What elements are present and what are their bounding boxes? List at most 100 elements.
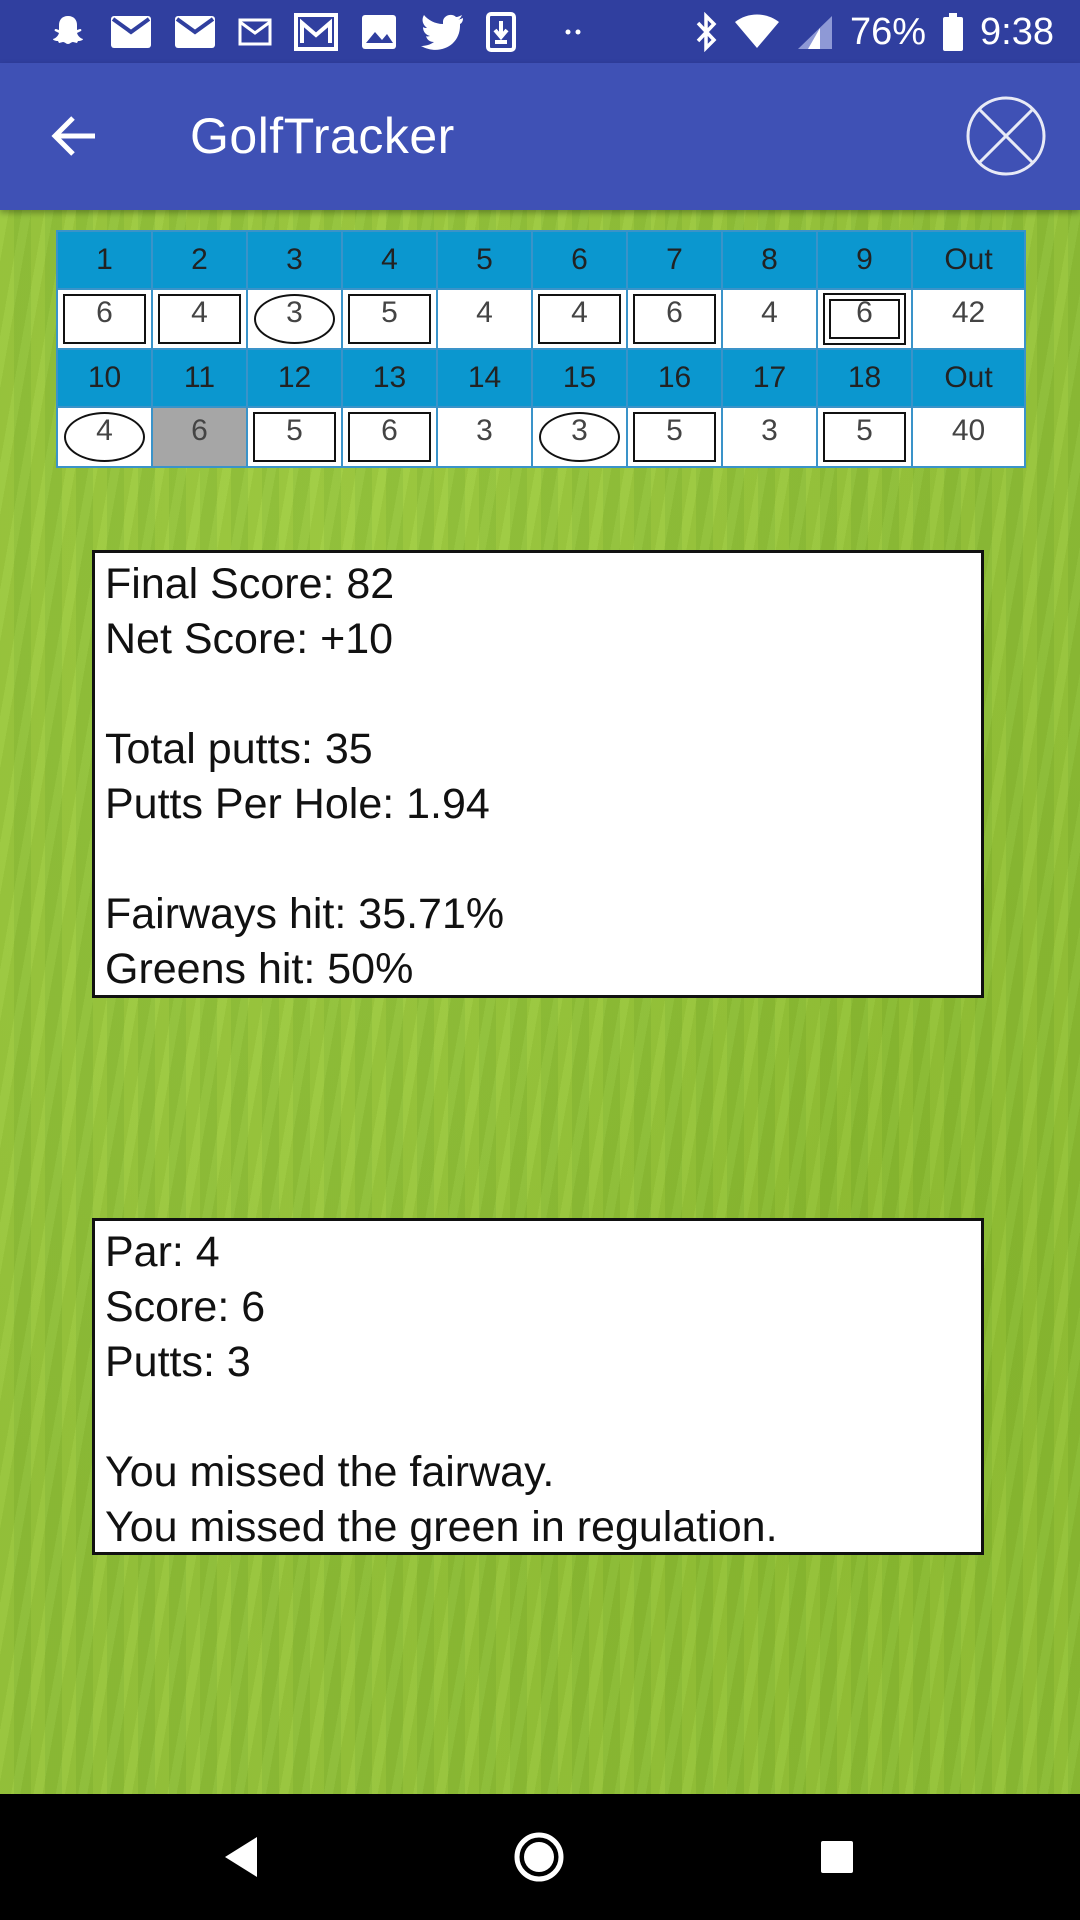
hole-score-cell[interactable]: 5 (816, 406, 913, 468)
gmail-icon (294, 13, 338, 51)
hole-number[interactable]: 5 (436, 230, 533, 290)
hole-score: 6 (191, 414, 208, 447)
hole-number[interactable]: 13 (341, 348, 438, 408)
back-score-row: 4 6 5 6 3 3 5 3 5 40 (56, 406, 1026, 468)
hole-number[interactable]: 9 (816, 230, 913, 290)
hole-putts: Putts: 3 (105, 1338, 251, 1386)
snapchat-icon (53, 16, 83, 44)
close-circle-icon (966, 96, 1046, 176)
hole-number[interactable]: 1 (56, 230, 153, 290)
hole-score: 6 (856, 296, 873, 329)
signal-icon (797, 16, 832, 49)
hole-number[interactable]: 7 (626, 230, 723, 290)
app-title: GolfTracker (190, 108, 455, 164)
hole-number[interactable]: 12 (246, 348, 343, 408)
hole-score-cell[interactable]: 6 (341, 406, 438, 468)
hole-score-cell[interactable]: 3 (246, 288, 343, 350)
round-summary-panel: Final Score: 82 Net Score: +10 Total put… (92, 550, 984, 998)
bluetooth-icon (696, 12, 717, 52)
hole-score-cell[interactable]: 6 (626, 288, 723, 350)
hole-score: 4 (571, 296, 588, 329)
final-score: Final Score: 82 (105, 560, 395, 608)
hole-number[interactable]: 17 (721, 348, 818, 408)
hole-number[interactable]: 4 (341, 230, 438, 290)
hole-score: 3 (571, 414, 588, 447)
hole-number[interactable]: 10 (56, 348, 153, 408)
battery-percent: 76% (849, 10, 927, 53)
hole-score-cell[interactable]: 6 (816, 288, 913, 350)
hole-score: 4 (96, 414, 113, 447)
system-status: 76% 9:38 (694, 8, 1054, 56)
hole-score-cell[interactable]: 4 (151, 288, 248, 350)
hole-score: 4 (476, 296, 493, 329)
net-score: Net Score: +10 (105, 615, 394, 663)
hole-score: 4 (761, 296, 778, 329)
nav-recents-button[interactable] (804, 1824, 870, 1890)
hole-number[interactable]: 6 (531, 230, 628, 290)
hole-number[interactable]: 15 (531, 348, 628, 408)
back-hole-row: 10 11 12 13 14 15 16 17 18 Out (56, 348, 1026, 408)
hole-number[interactable]: 11 (151, 348, 248, 408)
hole-number[interactable]: 8 (721, 230, 818, 290)
email-outline-icon (238, 18, 272, 46)
putts-per-hole: Putts Per Hole: 1.94 (105, 780, 490, 828)
hole-number[interactable]: 14 (436, 348, 533, 408)
hole-score: 5 (381, 296, 398, 329)
hole-score-cell[interactable]: 5 (626, 406, 723, 468)
clock: 9:38 (980, 10, 1054, 53)
hole-score-cell[interactable]: 3 (531, 406, 628, 468)
grass-background: 1 2 3 4 5 6 7 8 9 Out 6 4 3 5 4 4 6 4 6 (0, 210, 1080, 1794)
nav-home-icon (514, 1832, 564, 1882)
image-icon (362, 15, 396, 49)
hole-score: 6 (666, 296, 683, 329)
out-total: 42 (911, 288, 1026, 350)
hole-score-cell[interactable]: 5 (246, 406, 343, 468)
nav-home-button[interactable] (506, 1824, 572, 1890)
nav-recents-icon (821, 1841, 853, 1873)
notification-icons (48, 8, 584, 56)
hole-score: 6 (96, 296, 113, 329)
nav-back-button[interactable] (208, 1824, 274, 1890)
out-header: Out (911, 348, 1026, 408)
hole-number[interactable]: 3 (246, 230, 343, 290)
hole-par: Par: 4 (105, 1228, 220, 1276)
hole-score-cell[interactable]: 4 (721, 288, 818, 350)
hole-score: 6 (381, 414, 398, 447)
hole-number[interactable]: 16 (626, 348, 723, 408)
front-hole-row: 1 2 3 4 5 6 7 8 9 Out (56, 230, 1026, 290)
hole-score-cell[interactable]: 3 (436, 406, 533, 468)
front-score-row: 6 4 3 5 4 4 6 4 6 42 (56, 288, 1026, 350)
out-total-value: 40 (951, 414, 986, 447)
email-icon (111, 16, 151, 48)
email-icon (175, 16, 215, 48)
fairway-message: You missed the fairway. (105, 1448, 555, 1496)
green-message: You missed the green in regulation. (105, 1503, 778, 1551)
hole-score-cell-selected[interactable]: 6 (151, 406, 248, 468)
out-header: Out (911, 230, 1026, 290)
greens-hit: Greens hit: 50% (105, 945, 414, 993)
more-dots-icon (565, 29, 581, 35)
twitter-icon (421, 14, 463, 50)
status-bar: 76% 9:38 (0, 0, 1080, 63)
hole-score: 5 (856, 414, 873, 447)
wifi-icon (734, 14, 779, 48)
hole-number[interactable]: 2 (151, 230, 248, 290)
hole-score-cell[interactable]: 4 (56, 406, 153, 468)
hole-score: 3 (286, 296, 303, 329)
battery-icon (943, 13, 964, 51)
hole-score-cell[interactable]: 3 (721, 406, 818, 468)
back-button[interactable] (40, 103, 106, 169)
hole-score-cell[interactable]: 4 (436, 288, 533, 350)
hole-number[interactable]: 18 (816, 348, 913, 408)
app-bar: GolfTracker (0, 63, 1080, 210)
hole-score-cell[interactable]: 4 (531, 288, 628, 350)
download-icon (486, 12, 516, 52)
arrow-back-icon (51, 116, 95, 156)
hole-score: 5 (286, 414, 303, 447)
close-button[interactable] (964, 94, 1048, 178)
hole-score-cell[interactable]: 6 (56, 288, 153, 350)
hole-score-cell[interactable]: 5 (341, 288, 438, 350)
hole-score: 5 (666, 414, 683, 447)
